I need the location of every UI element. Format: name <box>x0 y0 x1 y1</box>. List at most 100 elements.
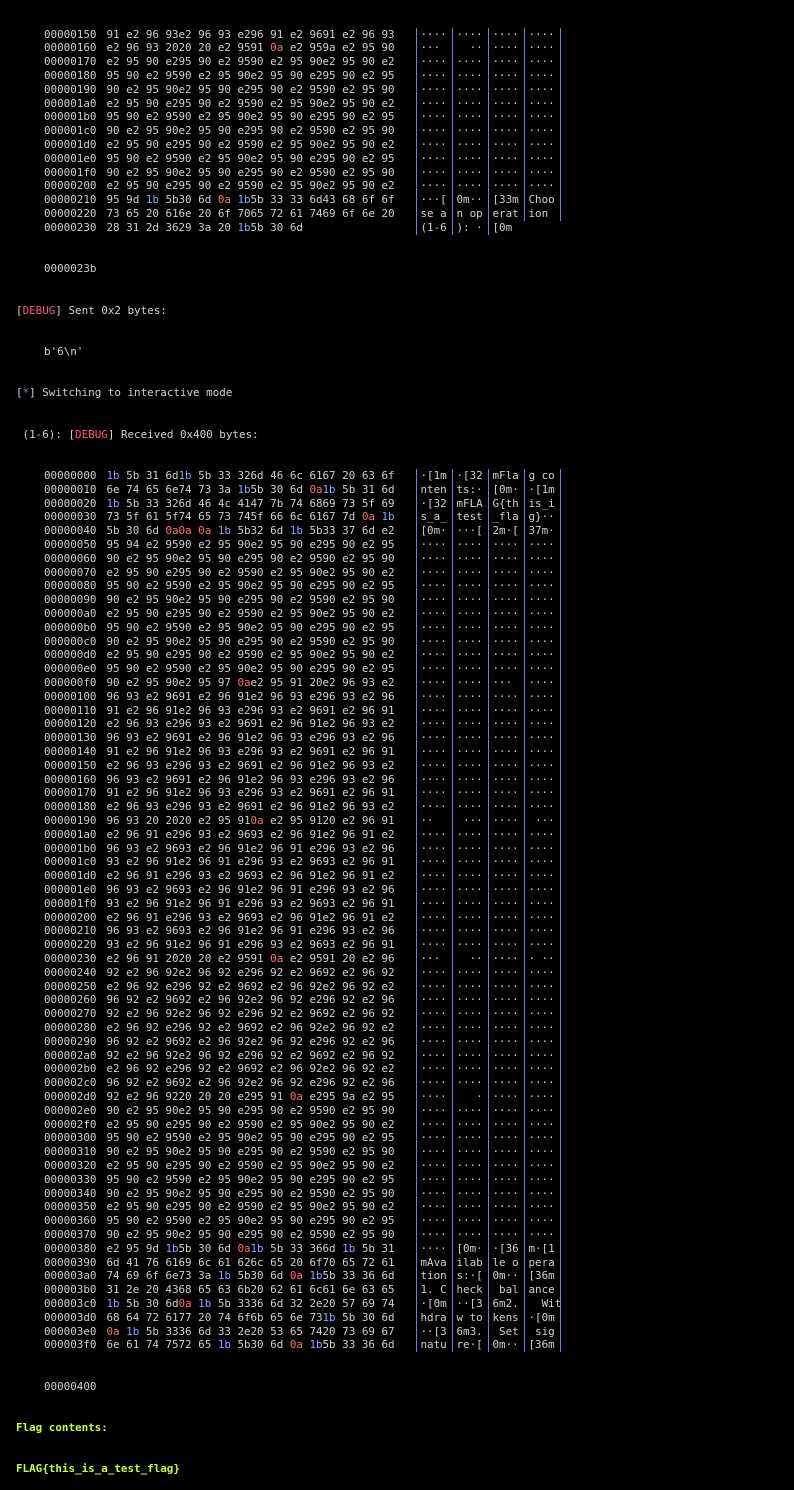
ascii-group: (1-6 <box>416 220 452 235</box>
hex-byte: 96 <box>361 786 382 800</box>
hex-byte: 96 <box>106 841 127 855</box>
hex-byte: e2 <box>145 993 166 1007</box>
hex-byte: 20 <box>289 1255 310 1269</box>
offset-label: 000001d0 <box>44 137 97 151</box>
hex-byte: 95 <box>165 620 179 634</box>
ascii-group: ···· <box>524 1145 562 1159</box>
hex-byte: e2 <box>342 551 362 565</box>
hexdump-row: 000003f0 6e 61 74 7572 65 1b 5b30 6d 0a 1… <box>16 1338 794 1353</box>
hex-byte: 90 <box>250 1158 271 1172</box>
hex-bytes: e2 95 90 e295 90 e2 9590 e2 95 90e2 95 9… <box>96 566 394 579</box>
ascii-group: ···· <box>524 1186 562 1201</box>
ascii-group: ···· <box>416 68 452 83</box>
ascii-group: n op <box>452 206 488 221</box>
hex-byte: 95 <box>145 634 166 648</box>
hex-byte: 6b <box>250 1310 271 1324</box>
hex-byte: 91 <box>322 951 343 965</box>
hex-byte: e2 <box>289 938 310 952</box>
hex-bytes: 96 93 e2 9691 e2 96 91e2 96 93 e296 93 e… <box>96 690 394 703</box>
ascii-group: Choo <box>524 193 562 207</box>
hex-byte: 90 <box>165 1103 179 1117</box>
hex-byte: 1b <box>165 1241 179 1255</box>
offset-label: 000000b0 <box>44 620 97 634</box>
hex-group: 90 e2 95 90 <box>106 552 178 566</box>
ascii-group: is_i <box>524 496 562 511</box>
hex-byte: 96 <box>250 786 271 800</box>
hex-byte: 93 <box>145 41 166 55</box>
hex-byte: 96 <box>178 910 199 924</box>
hex-byte: 90 <box>381 165 395 179</box>
offset-label: 00000330 <box>44 1172 97 1186</box>
ascii-group: mFla <box>488 469 524 483</box>
hex-byte: e2 <box>361 1131 382 1145</box>
hex-byte: 96 <box>178 827 199 841</box>
hex-group: e2 96 91 e2 <box>322 911 394 925</box>
hex-byte: 95 <box>178 1158 199 1172</box>
hex-group: 92 e2 96 92 <box>250 1021 322 1035</box>
hex-byte: 92 <box>106 1089 127 1103</box>
hex-byte: 95 <box>250 593 271 607</box>
hex-byte: 95 <box>126 137 146 151</box>
hex-byte: e2 <box>381 1117 395 1131</box>
hex-byte: 6b <box>237 1283 251 1297</box>
terminal-window[interactable]: 00000150 91 e2 96 93e2 96 93 e296 91 e2 9… <box>0 0 794 1490</box>
hex-byte: e2 <box>237 1186 251 1200</box>
hex-byte: 95 <box>178 1117 199 1131</box>
hex-byte: 96 <box>145 855 166 869</box>
ascii-group: ···· <box>416 676 452 690</box>
ascii-group: ···· <box>452 579 488 594</box>
offset-label: 000003a0 <box>44 1269 97 1283</box>
hex-byte: e2 <box>217 979 238 993</box>
hex-byte: e2 <box>342 124 362 138</box>
hex-byte: 95 <box>342 1200 362 1214</box>
hex-byte: 31 <box>381 1241 395 1255</box>
hexdump-row: 000002f0 e2 95 90 e295 90 e2 9590 e2 95 9… <box>16 1117 794 1132</box>
hex-byte: 93 <box>165 27 179 41</box>
ascii-group: ···· <box>488 1131 524 1146</box>
hex-byte: 90 <box>250 1200 271 1214</box>
ascii-group: ···· <box>488 82 524 97</box>
hex-byte: e2 <box>237 786 251 800</box>
hex-group: e2 95 90 e2 <box>322 607 394 621</box>
offset-label: 000001e0 <box>44 883 97 896</box>
hex-bytes: 96 93 20 2020 e2 95 910a e2 95 9120 e2 9… <box>96 814 394 827</box>
hex-byte: e2 <box>322 869 343 883</box>
hex-group: e2 96 92 e2 <box>250 993 322 1007</box>
hex-byte: 95 <box>309 1145 323 1159</box>
hex-byte: e2 <box>217 758 238 772</box>
hex-byte: 90 <box>145 565 166 579</box>
hex-group: 90 e2 95 90 <box>106 635 178 649</box>
ascii-group: ···· <box>452 137 488 152</box>
hex-group: 90 e2 95 90 <box>322 83 394 97</box>
hex-byte: e2 <box>381 910 395 924</box>
ascii-group: ···· <box>488 800 524 815</box>
hex-byte: 70 <box>322 1255 343 1269</box>
hex-byte: 90 <box>289 538 310 552</box>
hex-group: 90 e2 95 90 <box>322 1187 394 1201</box>
hex-byte: e2 <box>381 717 395 731</box>
hex-byte: 5b <box>250 193 271 207</box>
hex-byte: 95 <box>322 1089 343 1103</box>
hex-byte: 93 <box>126 841 146 855</box>
hex-byte: 90 <box>126 1131 146 1145</box>
hex-byte: 91 <box>165 896 179 910</box>
hexdump-row: 000001a0 e2 96 91 e296 93 e2 9693 e2 96 9… <box>16 827 794 842</box>
hex-byte: e2 <box>237 745 251 759</box>
ascii-group: ···· <box>488 165 524 180</box>
hex-byte: 5f <box>361 496 382 510</box>
hexdump-row: 00000190 90 e2 95 90e2 95 90 e295 90 e2 9… <box>16 82 794 97</box>
ascii-group: ···· <box>524 137 562 152</box>
hex-byte: e2 <box>342 786 362 800</box>
hex-byte: 96 <box>237 758 251 772</box>
hex-bytes: 74 69 6f 6e73 3a 1b 5b30 6d 0a 1b5b 33 3… <box>96 1269 394 1282</box>
hex-byte: 20 <box>145 814 166 828</box>
hex-byte: 96 <box>198 786 218 800</box>
hex-byte: 74 <box>178 482 199 496</box>
hex-byte: 96 <box>289 979 310 993</box>
hex-byte: e2 <box>165 137 179 151</box>
hex-byte: e2 <box>270 179 290 193</box>
ascii-group: ···· <box>524 82 562 97</box>
hex-byte: 90 <box>126 620 146 634</box>
ascii-column: ···· ···· ···· ···· <box>416 165 562 180</box>
hex-group: 96 93 e2 96 <box>322 773 394 787</box>
